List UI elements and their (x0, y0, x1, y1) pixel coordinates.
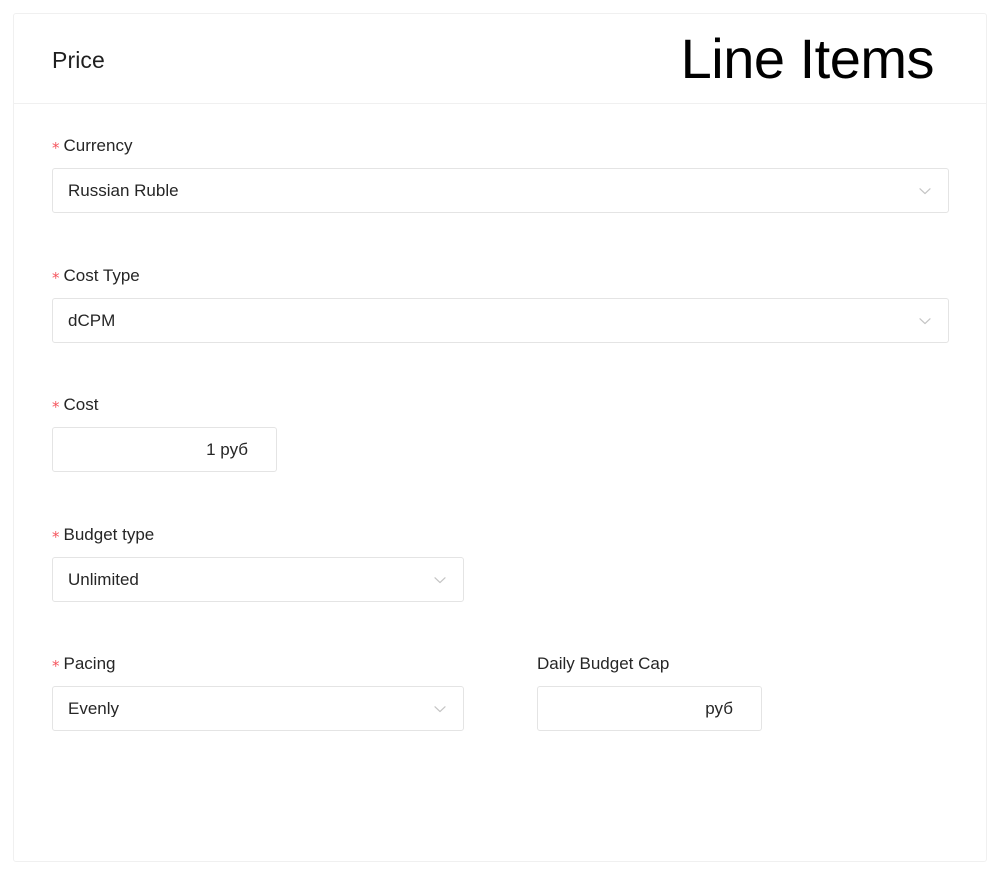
chevron-down-icon[interactable] (916, 312, 934, 330)
page-title: Price (52, 47, 105, 73)
field-label-cost-type: * Cost Type (52, 265, 949, 287)
chevron-down-icon[interactable] (431, 700, 449, 718)
field-label-cost: * Cost (52, 394, 277, 416)
currency-select-value: Russian Ruble (68, 182, 179, 199)
required-asterisk: * (52, 398, 60, 416)
budget-type-select-value: Unlimited (68, 571, 139, 588)
cost-input[interactable]: 1 руб (52, 427, 277, 472)
field-cost: * Cost 1 руб (52, 394, 277, 472)
pacing-select[interactable]: Evenly (52, 686, 464, 731)
chevron-down-icon[interactable] (916, 182, 934, 200)
field-label-text: Cost (63, 395, 99, 414)
header-extra-title: Line Items (680, 27, 935, 90)
field-label-pacing: * Pacing (52, 653, 464, 675)
card-header: Price Line Items (14, 14, 986, 104)
field-label-text: Currency (63, 136, 133, 155)
daily-budget-cap-input-value: руб (705, 699, 733, 718)
chevron-down-icon[interactable] (431, 571, 449, 589)
budget-type-select[interactable]: Unlimited (52, 557, 464, 602)
price-card: Price Line Items * Currency Russian Ruble (13, 13, 987, 862)
cost-type-select-value: dCPM (68, 312, 116, 329)
cost-input-value: 1 руб (206, 440, 248, 459)
field-label-currency: * Currency (52, 135, 949, 157)
field-pacing: * Pacing Evenly (52, 653, 464, 731)
field-label-budget-type: * Budget type (52, 524, 464, 546)
price-form: * Currency Russian Ruble * Cost Type dCP… (14, 104, 986, 861)
field-daily-budget-cap: Daily Budget Cap руб (537, 653, 762, 731)
required-asterisk: * (52, 657, 60, 675)
field-label-text: Budget type (63, 525, 155, 544)
pacing-select-value: Evenly (68, 700, 120, 717)
field-currency: * Currency Russian Ruble (52, 135, 949, 213)
required-asterisk: * (52, 269, 60, 287)
required-asterisk: * (52, 528, 60, 546)
cost-type-select[interactable]: dCPM (52, 298, 949, 343)
field-label-daily-budget-cap: Daily Budget Cap (537, 653, 762, 675)
daily-budget-cap-input[interactable]: руб (537, 686, 762, 731)
field-budget-type: * Budget type Unlimited (52, 524, 464, 602)
currency-select[interactable]: Russian Ruble (52, 168, 949, 213)
field-cost-type: * Cost Type dCPM (52, 265, 949, 343)
required-asterisk: * (52, 139, 60, 157)
field-label-text: Cost Type (63, 266, 140, 285)
field-label-text: Daily Budget Cap (537, 654, 670, 673)
field-label-text: Pacing (63, 654, 116, 673)
